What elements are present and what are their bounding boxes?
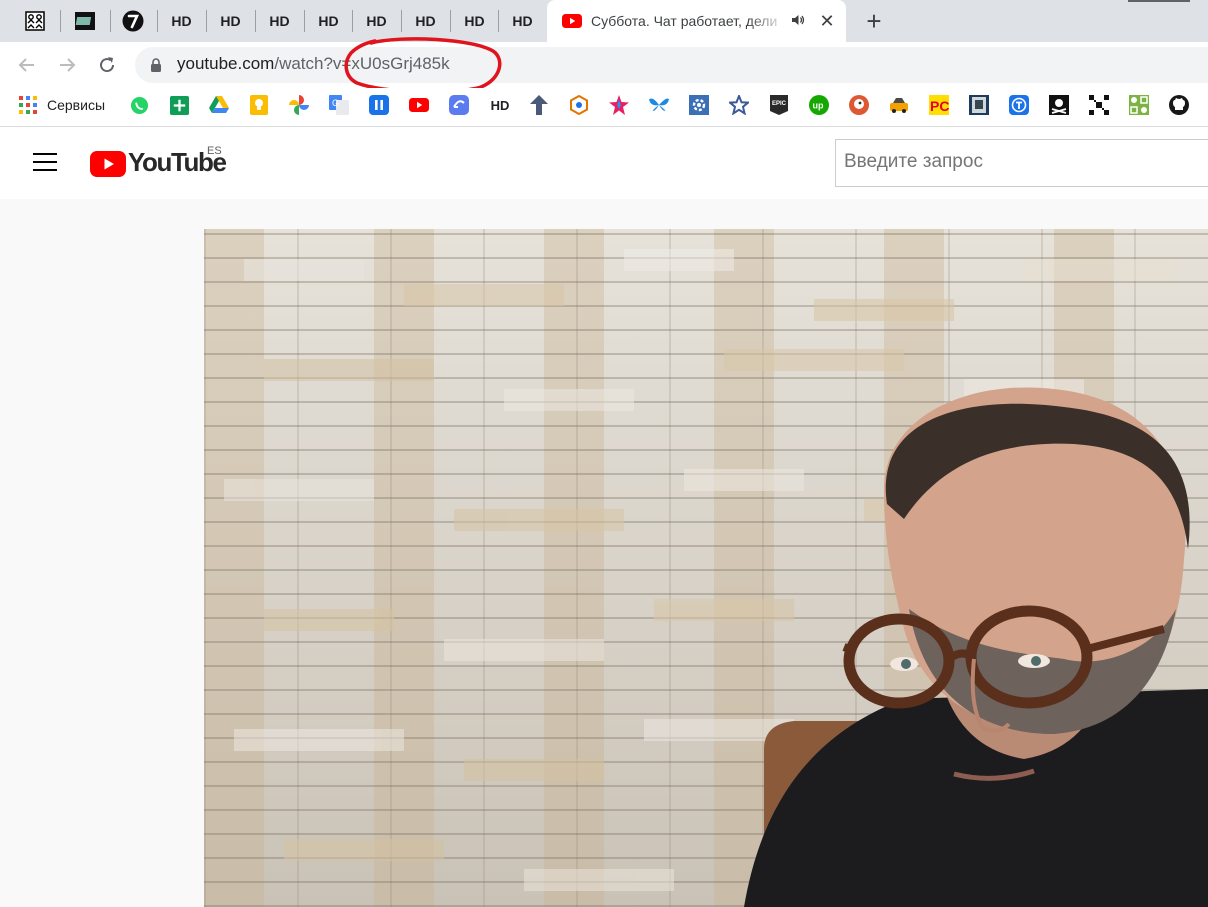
car-icon[interactable] — [889, 95, 909, 115]
hd-tab[interactable]: HD — [450, 0, 499, 42]
menu-icon[interactable] — [33, 153, 57, 173]
forward-arrow-icon — [60, 58, 76, 72]
star-outline-icon[interactable] — [729, 95, 749, 115]
card-icon — [75, 12, 95, 30]
epic-label: EPIC — [772, 101, 787, 107]
back-arrow-icon — [18, 58, 34, 72]
forward-button[interactable] — [53, 51, 81, 79]
url-host: youtube.com — [177, 54, 275, 73]
pc-icon[interactable]: PC — [929, 95, 949, 115]
new-tab-button[interactable]: + — [860, 6, 888, 36]
close-tab-icon[interactable]: ✕ — [815, 9, 839, 33]
tab-separator — [60, 10, 61, 32]
upwork-label: up — [813, 101, 824, 111]
pc-label: PC — [930, 98, 949, 114]
search-input[interactable] — [836, 140, 1204, 184]
google-keep-icon[interactable] — [249, 95, 269, 115]
back-button[interactable] — [13, 51, 41, 79]
svg-text:G: G — [332, 98, 339, 108]
youtube-icon — [562, 14, 582, 28]
duckduckgo-icon[interactable] — [849, 95, 869, 115]
speaker-icon[interactable] — [791, 13, 805, 27]
people-grid-icon — [25, 11, 45, 31]
youtube-bookmark-icon[interactable] — [409, 95, 429, 115]
github-icon[interactable] — [1169, 95, 1189, 115]
lock-icon[interactable] — [150, 58, 162, 72]
up-arrow-icon[interactable] — [529, 95, 549, 115]
gear-box-icon[interactable] — [689, 95, 709, 115]
hd-tab[interactable]: HD — [304, 0, 353, 42]
country-code: ES — [207, 145, 222, 157]
pinned-tab-2[interactable] — [70, 0, 100, 42]
google-photos-icon[interactable] — [289, 95, 309, 115]
pause-app-icon[interactable] — [369, 95, 389, 115]
colorful-star-icon[interactable] — [609, 95, 629, 115]
butterfly-icon[interactable] — [649, 95, 669, 115]
apps-grid-icon[interactable] — [18, 95, 38, 115]
reload-icon — [100, 57, 115, 73]
active-tab[interactable]: Суббота. Чат работает, дели ✕ — [547, 0, 846, 42]
hex-magnifier-icon[interactable] — [569, 95, 589, 115]
hd-tab[interactable]: HD — [255, 0, 304, 42]
seven-icon — [122, 10, 144, 32]
url-path: /watch?v=xU0sGrj485k — [274, 54, 450, 73]
pinned-tab-3[interactable] — [118, 0, 148, 42]
hd-tab[interactable]: HD — [206, 0, 255, 42]
reload-button[interactable] — [93, 51, 121, 79]
google-sheets-plus-icon[interactable] — [169, 95, 189, 115]
tab-separator — [110, 10, 111, 32]
hd-tab[interactable]: HD — [498, 0, 547, 42]
t-circle-icon[interactable] — [1009, 95, 1029, 115]
google-drive-icon[interactable] — [209, 95, 229, 115]
hd-tab[interactable]: HD — [401, 0, 450, 42]
hd-bookmark[interactable]: HD — [489, 95, 511, 115]
upwork-icon[interactable]: up — [809, 95, 829, 115]
window-edge — [1128, 0, 1190, 2]
video-content — [224, 249, 1208, 907]
pirate-flag-icon[interactable] — [1049, 95, 1069, 115]
video-player[interactable] — [204, 229, 1208, 907]
pixel-pattern-icon[interactable] — [1089, 95, 1109, 115]
youtube-logo-icon[interactable] — [90, 151, 126, 177]
whatsapp-icon[interactable] — [129, 95, 149, 115]
hd-tab[interactable]: HD — [157, 0, 206, 42]
poster-icon[interactable] — [969, 95, 989, 115]
search-box[interactable] — [835, 139, 1208, 187]
hd-tab[interactable]: HD — [352, 0, 401, 42]
bookmark-apps-label[interactable]: Сервисы — [47, 97, 105, 113]
url-text[interactable]: youtube.com/watch?v=xU0sGrj485k — [177, 54, 450, 74]
epic-games-icon[interactable]: EPIC — [769, 95, 789, 115]
green-pattern-icon[interactable] — [1129, 95, 1149, 115]
link-app-icon[interactable] — [449, 95, 469, 115]
active-tab-title: Суббота. Чат работает, дели — [591, 13, 778, 29]
google-translate-icon[interactable]: G — [329, 95, 349, 115]
pinned-tab-1[interactable] — [20, 0, 50, 42]
